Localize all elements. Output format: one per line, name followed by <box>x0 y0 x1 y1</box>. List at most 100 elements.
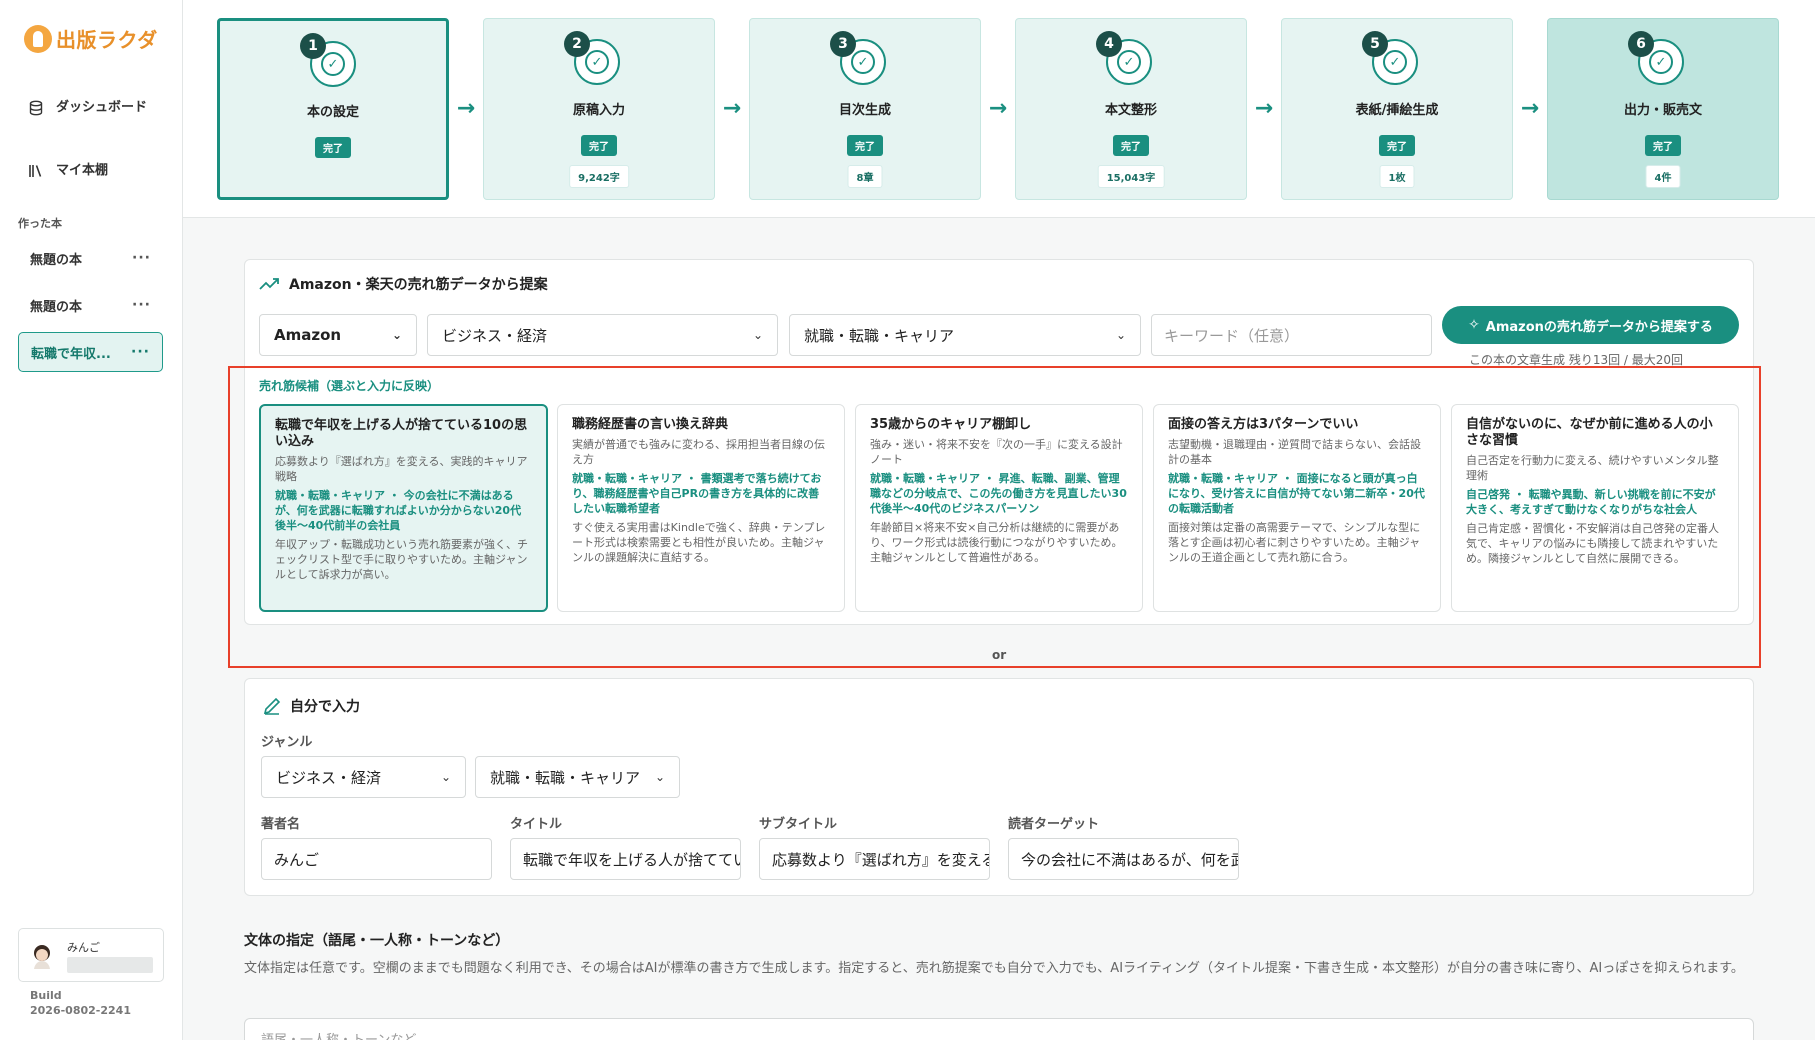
step-status-badge: 完了 <box>1379 135 1415 156</box>
more-icon[interactable]: ··· <box>132 250 151 266</box>
user-name: みんご <box>67 941 100 954</box>
trending-up-icon <box>259 278 279 290</box>
step-title: 目次生成 <box>838 103 891 118</box>
app-root: 出版ラクダ ダッシュボード マイ本棚 作った本 無題の本 ··· 無題の本 ··… <box>0 0 1815 1040</box>
candidate-title: 職務経歴書の言い換え辞典 <box>572 417 729 432</box>
check-icon: ✓ <box>321 52 345 76</box>
candidate-target: 就職・転職・キャリア ・ 今の会社に不満はあるが、何を武器に転職すればよいか分か… <box>275 489 522 532</box>
check-icon: ✓ <box>851 50 875 74</box>
candidate-card[interactable]: 35歳からのキャリア棚卸し 強み・迷い・将来不安を『次の一手』に変える設計ノート… <box>855 404 1143 612</box>
chevron-down-icon: ⌄ <box>752 328 763 342</box>
step-2[interactable]: ✓ 2 原稿入力 完了 9,242字 <box>483 18 715 200</box>
step-6[interactable]: ✓ 6 出力・販売文 完了 4件 <box>1547 18 1779 200</box>
candidate-card[interactable]: 職務経歴書の言い換え辞典 実績が普通でも強みに変わる、採用担当者目線の伝え方 就… <box>557 404 845 612</box>
subtitle-label: サブタイトル <box>759 817 838 832</box>
step-progress-bar: ✓ 1 本の設定 完了 → ✓ 2 原稿入力 完了 9,242字 → ✓ 3 目… <box>183 0 1815 218</box>
step-status-badge: 完了 <box>847 135 883 156</box>
chevron-down-icon: ⌄ <box>391 328 402 342</box>
step-status-badge: 完了 <box>1113 135 1149 156</box>
manual-subgenre-value: 就職・転職・キャリア <box>490 768 641 787</box>
suggest-from-amazon-button[interactable]: ✧ Amazonの売れ筋データから提案する <box>1442 306 1739 344</box>
subtitle-input[interactable]: 応募数より『選ばれ方』を変える、実践的キャリア戦略 <box>759 838 990 880</box>
book-item-label: 転職で年収... <box>31 346 111 362</box>
check-icon: ✓ <box>1117 50 1141 74</box>
candidate-reason: 面接対策は定番の高需要テーマで、シンプルな型に落とす企画は初心者に刺さりやすいた… <box>1168 521 1421 564</box>
more-icon[interactable]: ··· <box>131 344 150 360</box>
candidate-title: 面接の答え方は3パターンでいい <box>1168 417 1359 432</box>
book-item-label: 無題の本 <box>30 299 83 315</box>
author-input[interactable]: みんご <box>261 838 492 880</box>
title-input[interactable]: 転職で年収を上げる人が捨てている10の思い込み <box>510 838 741 880</box>
candidate-target: 就職・転職・キャリア ・ 昇進、転職、副業、管理職などの分岐点で、この先の働き方… <box>870 472 1127 515</box>
style-section-title: 文体の指定（語尾・一人称・トーンなど） <box>244 933 510 949</box>
check-icon: ✓ <box>585 50 609 74</box>
logo-text: 出版ラクダ <box>56 28 158 52</box>
candidate-card-selected[interactable]: 転職で年収を上げる人が捨てている10の思い込み 応募数より『選ばれ方』を変える、… <box>259 404 548 612</box>
user-card[interactable]: みんご <box>18 928 164 982</box>
manual-genre-value: ビジネス・経済 <box>276 768 382 787</box>
candidate-reason: すぐ使える実用書はKindleで強く、辞典・テンプレート形式は検索需要とも相性が… <box>572 521 826 564</box>
step-title: 本の設定 <box>306 105 359 120</box>
step-3[interactable]: ✓ 3 目次生成 完了 8章 <box>749 18 981 200</box>
book-item-active[interactable]: 転職で年収... ··· <box>18 332 163 372</box>
nav-bookshelf-label: マイ本棚 <box>56 163 109 178</box>
manual-title-text: 自分で入力 <box>290 699 360 715</box>
pencil-icon <box>263 697 281 715</box>
nav-bookshelf[interactable]: マイ本棚 <box>28 163 158 179</box>
step-count: 1枚 <box>1379 165 1415 188</box>
camel-logo-icon <box>24 24 52 53</box>
subgenre-select-value: 就職・転職・キャリア <box>804 326 955 345</box>
more-icon[interactable]: ··· <box>132 297 151 313</box>
step-status-badge: 完了 <box>1645 135 1681 156</box>
or-divider: or <box>992 648 1007 662</box>
nav-dashboard[interactable]: ダッシュボード <box>28 100 158 116</box>
step-title: 原稿入力 <box>572 103 625 118</box>
step-status-badge: 完了 <box>315 137 351 158</box>
step-number: 3 <box>830 31 856 57</box>
check-icon: ✓ <box>1383 50 1407 74</box>
step-5[interactable]: ✓ 5 表紙/挿絵生成 完了 1枚 <box>1281 18 1513 200</box>
store-select[interactable]: Amazon ⌄ <box>259 314 417 356</box>
step-1[interactable]: ✓ 1 本の設定 完了 <box>217 18 449 200</box>
genre-label: ジャンル <box>261 735 313 750</box>
build-label: Build <box>30 989 62 1002</box>
candidate-target: 就職・転職・キャリア ・ 書類選考で落ち続けており、職務経歴書や自己PRの書き方… <box>572 472 822 515</box>
candidate-card[interactable]: 自信がないのに、なぜか前に進める人の小さな習慣 自己否定を行動力に変える、続けや… <box>1451 404 1739 612</box>
keyword-input[interactable]: キーワード（任意） <box>1151 314 1432 356</box>
arrow-right-icon: → <box>1254 96 1274 121</box>
candidate-card[interactable]: 面接の答え方は3パターンでいい 志望動機・退職理由・逆質問で詰まらない、会話設計… <box>1153 404 1441 612</box>
build-info: Build 2026-0802-2241 <box>30 988 131 1018</box>
subgenre-select[interactable]: 就職・転職・キャリア ⌄ <box>789 314 1141 356</box>
arrow-right-icon: → <box>456 96 476 121</box>
candidate-target: 自己啓発 ・ 転職や異動、新しい挑戦を前に不安が大きく、考えすぎて動けなくなりが… <box>1466 488 1716 516</box>
step-number: 6 <box>1628 31 1654 57</box>
user-email-redacted <box>67 957 153 973</box>
candidate-target: 就職・転職・キャリア ・ 面接になると頭が真っ白になり、受け答えに自信が持てない… <box>1168 472 1425 515</box>
step-title: 表紙/挿絵生成 <box>1355 103 1439 118</box>
avatar <box>34 945 50 969</box>
manual-subgenre-select[interactable]: 就職・転職・キャリア ⌄ <box>475 756 680 798</box>
target-input[interactable]: 今の会社に不満はあるが、何を武器に転職すればよいか分からない20代後半〜40代前… <box>1008 838 1239 880</box>
candidate-subtitle: 強み・迷い・将来不安を『次の一手』に変える設計ノート <box>870 438 1123 466</box>
step-count: 15,043字 <box>1097 165 1165 188</box>
step-count: 8章 <box>847 165 883 188</box>
arrow-right-icon: → <box>722 96 742 121</box>
sidebar: 出版ラクダ ダッシュボード マイ本棚 作った本 無題の本 ··· 無題の本 ··… <box>0 0 183 1040</box>
arrow-right-icon: → <box>1520 96 1540 121</box>
style-textarea[interactable]: 語尾・一人称・トーンなど <box>244 1018 1754 1040</box>
suggest-button-label: Amazonの売れ筋データから提案する <box>1485 319 1713 335</box>
target-label: 読者ターゲット <box>1008 817 1100 832</box>
logo[interactable]: 出版ラクダ <box>24 24 158 53</box>
step-number: 4 <box>1096 31 1122 57</box>
build-value: 2026-0802-2241 <box>30 1004 131 1017</box>
genre-select[interactable]: ビジネス・経済 ⌄ <box>427 314 778 356</box>
step-count: 4件 <box>1645 165 1681 188</box>
arrow-right-icon: → <box>988 96 1008 121</box>
book-item[interactable]: 無題の本 ··· <box>18 238 163 278</box>
book-item[interactable]: 無題の本 ··· <box>18 285 163 325</box>
manual-genre-select[interactable]: ビジネス・経済 ⌄ <box>261 756 466 798</box>
step-4[interactable]: ✓ 4 本文整形 完了 15,043字 <box>1015 18 1247 200</box>
nav-dashboard-label: ダッシュボード <box>56 100 148 115</box>
sparkle-icon: ✧ <box>1468 317 1480 333</box>
chevron-down-icon: ⌄ <box>654 770 665 784</box>
